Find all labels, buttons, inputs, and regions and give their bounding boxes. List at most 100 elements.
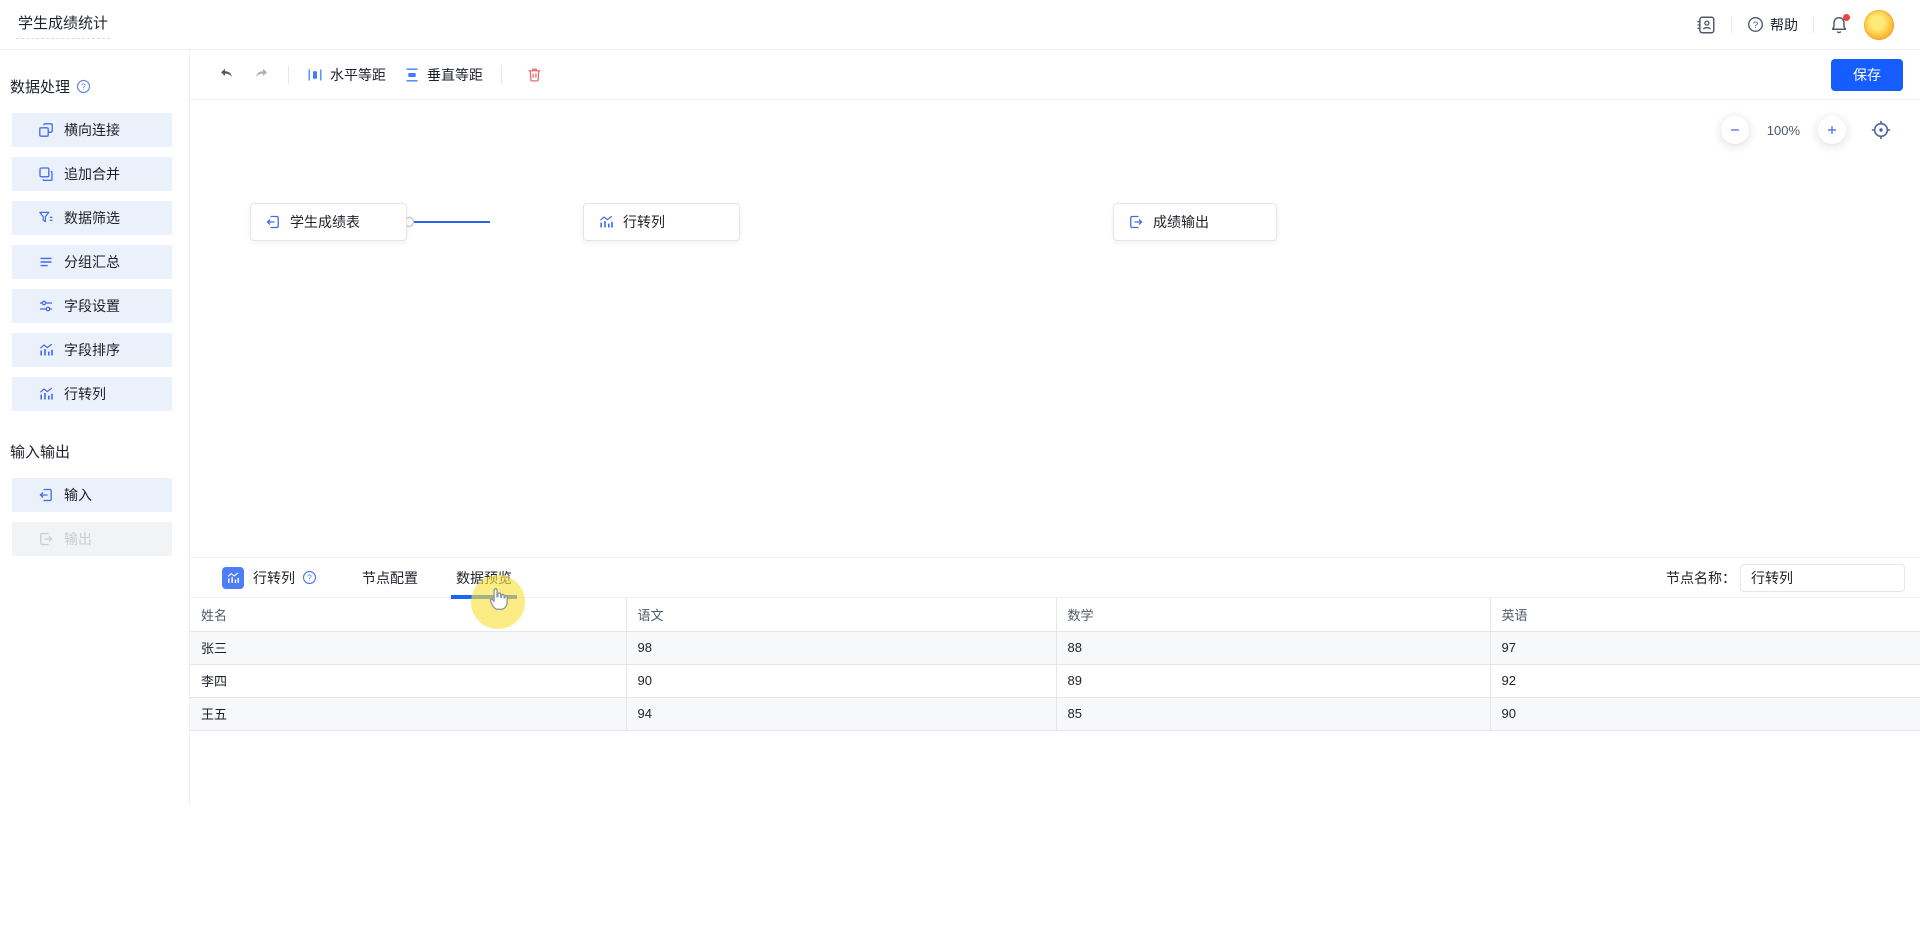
sidebar-section-title: 数据处理? <box>10 76 189 97</box>
sidebar-item-merge[interactable]: 追加合并 <box>12 157 172 191</box>
tab-node-config[interactable]: 节点配置 <box>362 558 418 598</box>
sidebar: 数据处理?横向连接追加合并数据筛选分组汇总字段设置字段排序行转列输入输出输入输出 <box>0 50 190 805</box>
help-icon[interactable]: ? <box>302 570 317 585</box>
sidebar-section-title: 输入输出 <box>10 441 189 462</box>
canvas-toolbar: 水平等距 垂直等距 保存 <box>190 50 1920 100</box>
save-button[interactable]: 保存 <box>1831 59 1903 91</box>
table-row: 王五948590 <box>190 697 1920 730</box>
svg-text:?: ? <box>1753 20 1758 31</box>
table-cell: 94 <box>626 697 1056 730</box>
sidebar-item-group[interactable]: 分组汇总 <box>12 245 172 279</box>
help-icon[interactable]: ? <box>76 79 91 94</box>
node-detail-panel: 行转列 ? 节点配置 数据预览 节点名称： 姓名语文数学英语 <box>190 557 1920 805</box>
notifications-button[interactable] <box>1829 15 1849 35</box>
sidebar-item-label: 输入 <box>64 485 92 505</box>
section-title-text: 数据处理 <box>10 76 70 97</box>
column-header: 语文 <box>626 598 1056 631</box>
sidebar-item-label: 输出 <box>64 529 92 549</box>
vertical-space-button[interactable]: 垂直等距 <box>404 65 483 85</box>
avatar[interactable] <box>1864 10 1894 40</box>
node-name-label: 节点名称： <box>1666 568 1736 588</box>
table-row: 李四908992 <box>190 664 1920 697</box>
zoom-level: 100% <box>1767 123 1800 138</box>
section-title-text: 输入输出 <box>10 441 70 462</box>
divider <box>288 66 289 84</box>
panel-header: 行转列 ? 节点配置 数据预览 节点名称： <box>190 558 1920 598</box>
field-settings-icon <box>38 298 54 314</box>
node-label: 学生成绩表 <box>290 212 360 232</box>
link-icon <box>38 122 54 138</box>
divider <box>1813 17 1814 33</box>
sidebar-item-input[interactable]: 输入 <box>12 478 172 512</box>
pivot-icon <box>38 386 54 402</box>
sidebar-item-pivot[interactable]: 行转列 <box>12 377 172 411</box>
pivot-icon <box>598 214 614 230</box>
undo-button[interactable] <box>218 66 235 83</box>
app-window: 学生成绩统计 ? 帮助 数据处理? 横向连接追加合并数据筛选分组汇总字段设置字段排… <box>0 0 1920 805</box>
merge-icon <box>38 166 54 182</box>
node-name-field: 节点名称： <box>1666 564 1905 592</box>
flow-canvas[interactable]: 学生成绩表 行转列 成绩输出 100% <box>190 100 1920 557</box>
horizontal-space-icon <box>307 67 323 83</box>
column-header: 姓名 <box>190 598 626 631</box>
output-icon <box>1128 214 1144 230</box>
help-button[interactable]: ? 帮助 <box>1747 15 1798 35</box>
fit-view-icon[interactable] <box>1870 119 1892 141</box>
input-icon <box>265 214 281 230</box>
sidebar-item-label: 分组汇总 <box>64 252 120 272</box>
table-cell: 王五 <box>190 697 626 730</box>
table-row: 张三988897 <box>190 631 1920 664</box>
field-sort-icon <box>38 342 54 358</box>
address-book-icon[interactable] <box>1696 15 1716 35</box>
table-cell: 85 <box>1056 697 1490 730</box>
table-cell: 李四 <box>190 664 626 697</box>
svg-text:?: ? <box>307 573 312 583</box>
help-label: 帮助 <box>1770 15 1798 35</box>
help-icon: ? <box>1747 16 1764 33</box>
sidebar-item-output: 输出 <box>12 522 172 556</box>
node-name-input[interactable] <box>1740 564 1905 592</box>
flow-node-pivot[interactable]: 行转列 <box>583 203 740 241</box>
vertical-space-label: 垂直等距 <box>427 65 483 85</box>
zoom-controls: 100% <box>1721 116 1892 144</box>
sidebar-item-label: 字段排序 <box>64 340 120 360</box>
filter-icon <box>38 210 54 226</box>
table-cell: 90 <box>1490 697 1920 730</box>
sidebar-item-label: 追加合并 <box>64 164 120 184</box>
pivot-icon <box>222 567 244 589</box>
zoom-in-button[interactable] <box>1818 116 1846 144</box>
topbar: 学生成绩统计 ? 帮助 <box>0 0 1920 50</box>
svg-text:?: ? <box>81 82 86 92</box>
table-header-row: 姓名语文数学英语 <box>190 598 1920 631</box>
table-cell: 92 <box>1490 664 1920 697</box>
sidebar-item-filter[interactable]: 数据筛选 <box>12 201 172 235</box>
zoom-out-button[interactable] <box>1721 116 1749 144</box>
app-body: 数据处理?横向连接追加合并数据筛选分组汇总字段设置字段排序行转列输入输出输入输出… <box>0 50 1920 805</box>
vertical-space-icon <box>404 67 420 83</box>
node-label: 行转列 <box>623 212 665 232</box>
flow-node-output[interactable]: 成绩输出 <box>1113 203 1277 241</box>
column-header: 数学 <box>1056 598 1490 631</box>
column-header: 英语 <box>1490 598 1920 631</box>
flow-node-input-table[interactable]: 学生成绩表 <box>250 203 407 241</box>
horizontal-space-button[interactable]: 水平等距 <box>307 65 386 85</box>
table-cell: 张三 <box>190 631 626 664</box>
redo-button[interactable] <box>253 66 270 83</box>
notification-dot <box>1843 14 1850 21</box>
topbar-actions: ? 帮助 <box>1696 10 1894 40</box>
table-cell: 89 <box>1056 664 1490 697</box>
sidebar-item-field-settings[interactable]: 字段设置 <box>12 289 172 323</box>
sidebar-item-label: 横向连接 <box>64 120 120 140</box>
panel-tabs: 节点配置 数据预览 <box>362 558 512 598</box>
sidebar-item-label: 字段设置 <box>64 296 120 316</box>
delete-node-button[interactable] <box>526 66 543 83</box>
page-title[interactable]: 学生成绩统计 <box>16 11 110 39</box>
input-icon <box>38 487 54 503</box>
sidebar-item-label: 数据筛选 <box>64 208 120 228</box>
tab-data-preview[interactable]: 数据预览 <box>456 558 512 598</box>
sidebar-item-link[interactable]: 横向连接 <box>12 113 172 147</box>
table-cell: 88 <box>1056 631 1490 664</box>
sidebar-item-field-sort[interactable]: 字段排序 <box>12 333 172 367</box>
table-cell: 97 <box>1490 631 1920 664</box>
panel-title: 行转列 <box>253 568 295 588</box>
